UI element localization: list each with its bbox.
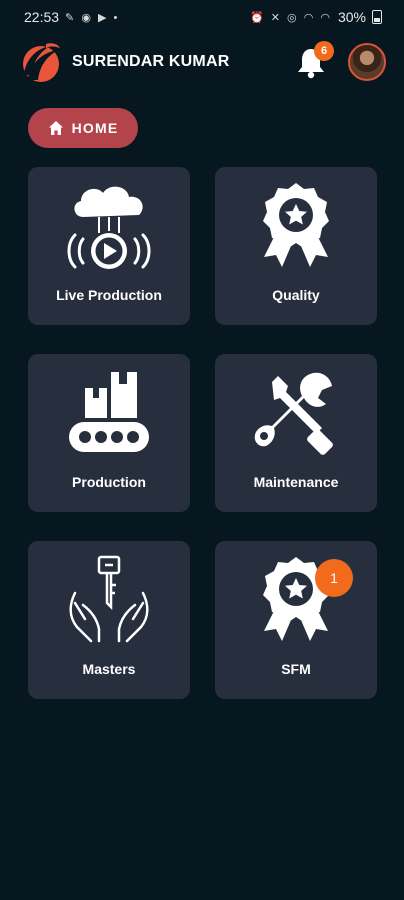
tile-maintenance[interactable]: Maintenance [215, 354, 377, 512]
key-hands-icon [69, 555, 149, 643]
system-icons: ⏰ ✕ ◎ ◠ ◠ [250, 11, 332, 24]
tile-label: Quality [272, 287, 320, 303]
cloud-play-icon [67, 186, 151, 269]
tile-sfm[interactable]: 1 SFM [215, 541, 377, 699]
tile-label: SFM [281, 661, 311, 677]
tile-label: Live Production [56, 287, 162, 303]
conveyor-belt-icon [69, 372, 149, 452]
notifications-button[interactable]: 6 [294, 41, 334, 79]
wrench-screwdriver-icon [254, 372, 333, 455]
home-icon [48, 121, 63, 135]
sfm-count-badge: 1 [315, 559, 353, 597]
battery-icon [372, 10, 382, 24]
tile-live-production[interactable]: Live Production [28, 167, 190, 325]
tile-label: Production [72, 474, 146, 490]
app-header: SURENDAR KUMAR 6 [0, 34, 404, 90]
tile-label: Masters [82, 661, 136, 677]
tile-masters[interactable]: Masters [28, 541, 190, 699]
app-logo-icon [23, 43, 60, 82]
battery-level: 30% [337, 9, 366, 25]
status-time: 22:53 [24, 9, 60, 25]
notification-count-badge: 6 [314, 41, 334, 61]
tile-production[interactable]: Production [28, 354, 190, 512]
avatar[interactable] [348, 43, 386, 81]
status-bar: 22:53 ✎ ◉ ▶ • ⏰ ✕ ◎ ◠ ◠ 30% [0, 0, 404, 34]
tile-label: Maintenance [253, 474, 339, 490]
home-button[interactable]: HOME [28, 108, 138, 148]
tile-quality[interactable]: Quality [215, 167, 377, 325]
notification-icons: ✎ ◉ ▶ • [65, 11, 120, 24]
home-label: HOME [71, 120, 119, 136]
user-name: SURENDAR KUMAR [72, 53, 230, 70]
award-ribbon-icon [263, 183, 329, 267]
